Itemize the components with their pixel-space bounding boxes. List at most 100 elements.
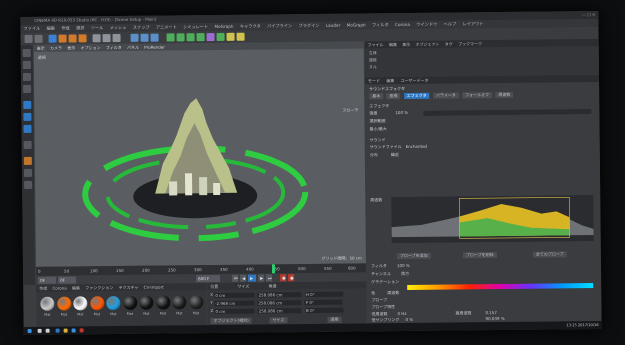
menu-item[interactable]: シミュレート xyxy=(183,24,208,29)
menu-item[interactable]: Lauder xyxy=(326,23,341,28)
play-icon[interactable]: ▶ xyxy=(248,274,257,282)
end-frame-field[interactable]: 600 F xyxy=(196,274,221,283)
model-mode-icon[interactable] xyxy=(22,60,31,70)
attribute-menu-item[interactable]: 編集 xyxy=(386,78,394,83)
size-mode-dropdown[interactable]: サイズ xyxy=(269,317,288,324)
menu-item[interactable]: ツール xyxy=(91,25,104,30)
material-menu-item[interactable]: 編集 xyxy=(72,285,80,290)
attribute-menu-item[interactable]: モード xyxy=(368,78,380,83)
object-menu-item[interactable]: タグ xyxy=(445,42,453,47)
material-swatch[interactable] xyxy=(122,295,137,310)
folder-icon[interactable] xyxy=(63,328,68,333)
menu-item[interactable]: フィルタ xyxy=(372,22,389,27)
rotate-tool-icon[interactable] xyxy=(78,34,87,43)
gradient-bar[interactable] xyxy=(407,283,594,290)
sculpt-icon[interactable] xyxy=(24,180,33,190)
material-swatch[interactable] xyxy=(155,295,170,310)
tab-basic[interactable]: 基本 xyxy=(369,93,384,100)
current-frame-field[interactable]: 0F xyxy=(58,276,77,284)
redo-icon[interactable] xyxy=(34,34,43,43)
frequency-graph[interactable] xyxy=(391,195,594,244)
size-y-field[interactable]: 258.086 cm xyxy=(257,299,302,306)
scale-tool-icon[interactable] xyxy=(68,34,77,43)
snap-icon[interactable] xyxy=(23,156,32,166)
tab-frequency[interactable]: 周波数 xyxy=(495,91,514,99)
axis-mode-icon[interactable] xyxy=(23,140,32,150)
material-swatch[interactable] xyxy=(40,296,55,311)
select-tool-icon[interactable] xyxy=(48,34,57,43)
rotation-b-field[interactable]: B 0° xyxy=(305,307,344,313)
color-value[interactable]: 周波数 xyxy=(387,290,399,296)
material-swatch[interactable] xyxy=(188,295,203,310)
start-frame-field[interactable]: 0F xyxy=(38,276,57,284)
all-probes-button[interactable]: 全てのプローブ xyxy=(532,251,567,258)
strength-value[interactable]: 100 % xyxy=(395,110,408,115)
material-menu-item[interactable]: Corona xyxy=(52,286,66,291)
object-menu-item[interactable]: ブックマーク xyxy=(458,41,482,46)
material-swatch[interactable] xyxy=(106,296,121,311)
autokey-icon[interactable]: ● xyxy=(288,274,295,282)
camera-icon[interactable] xyxy=(226,32,235,41)
object-menu-item[interactable]: オブジェクト xyxy=(415,42,439,47)
window-controls[interactable]: — ☐ ✕ xyxy=(582,11,596,19)
menu-item[interactable]: ファイル xyxy=(23,26,40,31)
object-menu-item[interactable]: ファイル xyxy=(368,42,384,47)
axis-x-icon[interactable] xyxy=(92,34,101,43)
distribution-value[interactable]: 繰返 xyxy=(391,152,399,158)
make-editable-icon[interactable] xyxy=(22,48,31,58)
clock[interactable]: 13:15 2017/10/16 xyxy=(566,321,598,329)
filter-value[interactable]: 100 % xyxy=(397,263,410,268)
workplane-icon[interactable] xyxy=(23,84,32,94)
playhead[interactable] xyxy=(271,264,276,274)
channel-value[interactable]: 両方 xyxy=(401,271,409,277)
remove-probe-button[interactable]: プローブを削除 xyxy=(462,252,497,259)
menu-item[interactable]: パイプライン xyxy=(267,23,292,28)
c4d-taskbar-icon[interactable] xyxy=(71,328,76,333)
points-mode-icon[interactable] xyxy=(23,100,32,110)
tab-coord[interactable]: 座標 xyxy=(386,93,401,100)
lock-workplane-icon[interactable] xyxy=(23,168,33,178)
axis-z-icon[interactable] xyxy=(112,33,121,43)
material-menu-item[interactable]: テクスチャ xyxy=(119,285,139,290)
render-settings-icon[interactable] xyxy=(150,33,159,42)
menu-item[interactable]: ウインドウ xyxy=(416,22,437,27)
position-x-field[interactable]: 0 cm xyxy=(214,292,255,298)
freq-low-value[interactable]: 0 Hz xyxy=(397,311,406,316)
go-end-icon[interactable]: ⏭ xyxy=(266,274,273,282)
cube-icon[interactable] xyxy=(166,33,175,42)
menu-item[interactable]: メッシュ xyxy=(110,25,127,30)
sample-high-value[interactable]: 90.039 % xyxy=(486,316,505,321)
menu-item[interactable]: レイアウト xyxy=(462,21,483,26)
texture-mode-icon[interactable] xyxy=(22,72,32,82)
render-view-icon[interactable] xyxy=(130,33,139,42)
material-swatch[interactable] xyxy=(172,295,187,310)
material-menu-item[interactable]: ファンクション xyxy=(85,285,113,290)
menu-item[interactable]: スナップ xyxy=(133,25,150,30)
record-icon[interactable]: ● xyxy=(280,274,287,282)
move-tool-icon[interactable] xyxy=(58,34,67,43)
deformer-icon[interactable] xyxy=(206,33,215,42)
nurbs-icon[interactable] xyxy=(186,33,195,42)
size-z-field[interactable]: 258.086 cm xyxy=(257,307,302,314)
coordinate-mode-dropdown[interactable]: オブジェクト(相対) xyxy=(210,317,252,325)
menu-item[interactable]: キャラクタ xyxy=(240,24,261,29)
render-icon[interactable] xyxy=(140,33,149,42)
edge-icon[interactable] xyxy=(55,328,60,333)
material-menu-item[interactable]: 作成 xyxy=(39,286,47,291)
prev-frame-icon[interactable]: ◀ xyxy=(240,274,247,282)
object-row[interactable]: 波紋 xyxy=(369,57,377,63)
cloner-icon[interactable] xyxy=(196,33,205,42)
light-icon[interactable] xyxy=(236,32,245,41)
tab-effector[interactable]: エフェクタ xyxy=(403,92,430,100)
start-icon[interactable] xyxy=(27,328,32,333)
position-z-field[interactable]: 0 cm xyxy=(214,308,255,314)
polygons-mode-icon[interactable] xyxy=(23,124,32,134)
menu-item[interactable]: MoGraph xyxy=(214,24,233,29)
go-start-icon[interactable]: ⏮ xyxy=(232,274,239,282)
strength-slider[interactable] xyxy=(423,109,592,116)
material-menu-item[interactable]: CV-Import xyxy=(144,285,164,290)
rotation-h-field[interactable]: H 0° xyxy=(304,291,343,297)
size-x-field[interactable]: 258.086 cm xyxy=(257,291,302,298)
menu-item[interactable]: 作成 xyxy=(61,26,69,31)
object-row[interactable]: ヌル xyxy=(369,64,377,70)
